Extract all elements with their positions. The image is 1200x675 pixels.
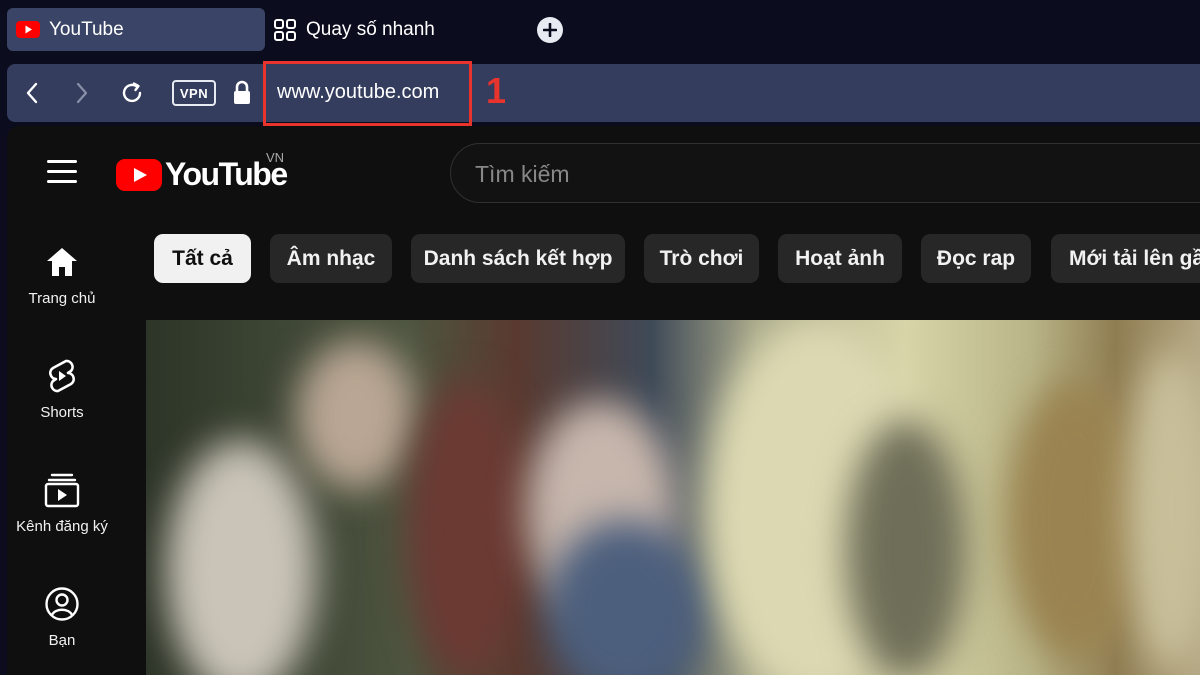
chevron-right-icon	[76, 82, 88, 104]
tab-speed-dial[interactable]: Quay số nhanh	[270, 8, 510, 51]
sidebar-item-label: Trang chủ	[28, 290, 96, 307]
subscriptions-icon	[44, 472, 80, 508]
sidebar-item-label: Kênh đăng ký	[16, 518, 108, 535]
youtube-page: YouTube VN Tìm kiếm Trang chủ Shorts Kên…	[7, 126, 1200, 675]
search-placeholder: Tìm kiếm	[475, 161, 570, 187]
tab-youtube[interactable]: YouTube	[7, 8, 265, 51]
sidebar-item-home[interactable]: Trang chủ	[7, 244, 117, 307]
home-icon	[44, 244, 80, 280]
browser-tab-strip: YouTube Quay số nhanh	[0, 0, 1200, 60]
chip-music[interactable]: Âm nhạc	[270, 234, 392, 283]
tab-title: Quay số nhanh	[306, 18, 435, 40]
shorts-icon	[44, 358, 80, 394]
youtube-icon	[15, 17, 41, 43]
chip-mix[interactable]: Danh sách kết hợp	[411, 234, 625, 283]
chip-animation[interactable]: Hoạt ảnh	[778, 234, 902, 283]
youtube-play-icon	[116, 158, 162, 191]
forward-button[interactable]	[67, 78, 97, 108]
account-icon	[44, 586, 80, 622]
country-code: VN	[266, 150, 285, 165]
search-input[interactable]: Tìm kiếm	[450, 143, 1200, 203]
menu-icon[interactable]	[47, 160, 77, 184]
sidebar-item-label: Shorts	[40, 404, 84, 421]
annotation-highlight-box	[263, 61, 472, 126]
sidebar-item-shorts[interactable]: Shorts	[7, 358, 117, 421]
chip-rap[interactable]: Đọc rap	[921, 234, 1031, 283]
reload-button[interactable]	[117, 78, 147, 108]
chip-all[interactable]: Tất cả	[154, 234, 251, 283]
tab-title: YouTube	[49, 18, 124, 40]
chevron-left-icon	[26, 82, 38, 104]
chip-games[interactable]: Trò chơi	[644, 234, 759, 283]
reload-icon	[122, 82, 142, 103]
new-tab-button[interactable]	[537, 17, 563, 43]
annotation-step-number: 1	[486, 70, 507, 111]
sidebar-item-you[interactable]: Bạn	[7, 586, 117, 649]
browser-toolbar: VPN www.youtube.com	[7, 64, 1200, 122]
plus-icon	[543, 23, 557, 37]
youtube-logo[interactable]: YouTube	[116, 156, 288, 193]
video-thumbnail[interactable]	[146, 320, 1200, 675]
chip-recently-uploaded[interactable]: Mới tải lên gầ	[1051, 234, 1200, 283]
grid-icon	[272, 17, 298, 43]
vpn-badge[interactable]: VPN	[172, 80, 216, 106]
sidebar-item-subscriptions[interactable]: Kênh đăng ký	[7, 472, 117, 535]
sidebar-item-label: Bạn	[48, 632, 76, 649]
back-button[interactable]	[17, 78, 47, 108]
lock-icon[interactable]	[231, 80, 253, 106]
